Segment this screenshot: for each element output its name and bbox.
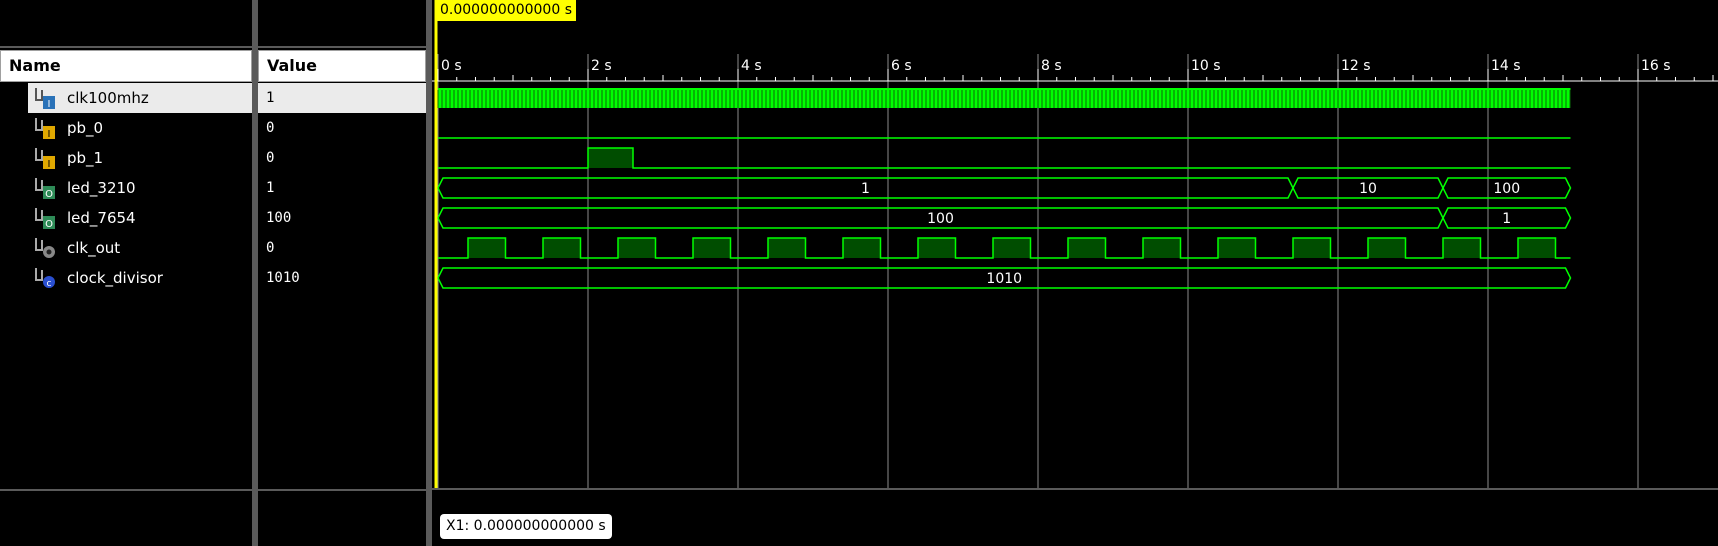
value-panel: Value 1 0 0 1 100 0 1010: [258, 0, 426, 546]
clk_out-pulse: [693, 238, 731, 258]
signal-value: 1: [266, 90, 275, 106]
signal-name: pb_0: [67, 119, 104, 137]
time-tick-label: 2 s: [591, 58, 612, 74]
svg-text:c: c: [47, 279, 52, 289]
svg-text:O: O: [45, 189, 53, 200]
signal-row-clock_divisor[interactable]: c clock_divisor: [28, 263, 252, 293]
led_3210-value-label: 10: [1359, 181, 1377, 197]
x1-marker-label: X1: 0.000000000000 s: [440, 514, 612, 539]
signal-value: 1010: [266, 270, 300, 286]
signal-name: clk_out: [67, 239, 121, 257]
time-tick-label: 14 s: [1491, 58, 1521, 74]
svg-text:I: I: [48, 129, 51, 140]
clk_out-pulse: [618, 238, 656, 258]
name-panel: Name I clk100mhz I pb_0 I pb_1 O led_321…: [0, 0, 252, 546]
cursor-time-label: 0.000000000000 s: [436, 0, 576, 21]
name-footer-divider: [0, 489, 252, 491]
time-tick-label: 10 s: [1191, 58, 1221, 74]
name-column-header[interactable]: Name: [0, 50, 252, 82]
signal-value: 0: [266, 150, 275, 166]
signal-value: 0: [266, 240, 275, 256]
clk_out-pulse: [918, 238, 956, 258]
value-row-led_7654[interactable]: 100: [258, 203, 426, 233]
value-header-divider: [258, 46, 426, 48]
time-tick-label: 12 s: [1341, 58, 1371, 74]
constant-bus-icon: c: [35, 268, 55, 289]
time-tick-label: 16 s: [1641, 58, 1671, 74]
value-row-led_3210[interactable]: 1: [258, 173, 426, 203]
svg-text:I: I: [48, 99, 51, 110]
clk_out-pulse: [1518, 238, 1556, 258]
signal-name: led_7654: [67, 209, 136, 227]
clk_out-pulse: [543, 238, 581, 258]
output-bus-icon: O: [35, 208, 55, 230]
signal-name: clock_divisor: [67, 269, 163, 287]
clk_out-pulse: [1218, 238, 1256, 258]
signal-row-clk_out[interactable]: clk_out: [28, 233, 252, 263]
signal-row-pb_0[interactable]: I pb_0: [28, 113, 252, 143]
time-tick-label: 8 s: [1041, 58, 1062, 74]
value-row-pb_1[interactable]: 0: [258, 143, 426, 173]
waveform-canvas[interactable]: 0 s2 s4 s6 s8 s 10 s 12 s 14 s 16 s 1 10 10010…: [432, 0, 1718, 546]
output-bit-icon: [35, 238, 55, 258]
signal-name: clk100mhz: [67, 89, 149, 107]
clk_out-pulse: [1443, 238, 1481, 258]
value-row-clock_divisor[interactable]: 1010: [258, 263, 426, 293]
clk_out-pulse: [468, 238, 506, 258]
value-column-header[interactable]: Value: [258, 50, 426, 82]
input-bit-icon: I: [35, 118, 55, 140]
output-bus-icon: O: [35, 178, 55, 200]
led_3210-value-label: 100: [1493, 181, 1520, 197]
clk_out-pulse: [1068, 238, 1106, 258]
signal-value: 100: [266, 210, 292, 226]
led_7654-value-label: 100: [927, 211, 954, 227]
clk_out-pulse: [768, 238, 806, 258]
signal-name: led_3210: [67, 179, 136, 197]
signal-row-clk100mhz[interactable]: I clk100mhz: [28, 83, 252, 113]
signal-row-led_7654[interactable]: O led_7654: [28, 203, 252, 233]
clk_out-pulse: [1143, 238, 1181, 258]
clk_out-pulse: [843, 238, 881, 258]
signal-value: 1: [266, 180, 275, 196]
signal-name: pb_1: [67, 149, 104, 167]
input-bit-icon: I: [35, 88, 55, 110]
clk_out-pulse: [993, 238, 1031, 258]
value-row-pb_0[interactable]: 0: [258, 113, 426, 143]
name-header-divider: [0, 46, 252, 48]
clk_out-pulse: [1368, 238, 1406, 258]
svg-text:I: I: [48, 159, 51, 170]
signal-row-pb_1[interactable]: I pb_1: [28, 143, 252, 173]
clk100mhz-wave: [438, 88, 1571, 108]
svg-text:O: O: [45, 219, 53, 230]
clock_divisor-value-label: 1010: [986, 271, 1022, 287]
pb_1-pulse: [588, 148, 633, 168]
time-tick-label: 4 s: [741, 58, 762, 74]
signal-value: 0: [266, 120, 275, 136]
time-tick-label: 6 s: [891, 58, 912, 74]
value-row-clk100mhz[interactable]: 1: [258, 83, 426, 113]
input-bit-icon: I: [35, 148, 55, 170]
time-tick-label: 0 s: [441, 58, 462, 74]
signal-row-led_3210[interactable]: O led_3210: [28, 173, 252, 203]
clk_out-pulse: [1293, 238, 1331, 258]
led_3210-value-label: 1: [861, 181, 870, 197]
led_7654-value-label: 1: [1502, 211, 1511, 227]
value-footer-divider: [258, 489, 426, 491]
value-row-clk_out[interactable]: 0: [258, 233, 426, 263]
